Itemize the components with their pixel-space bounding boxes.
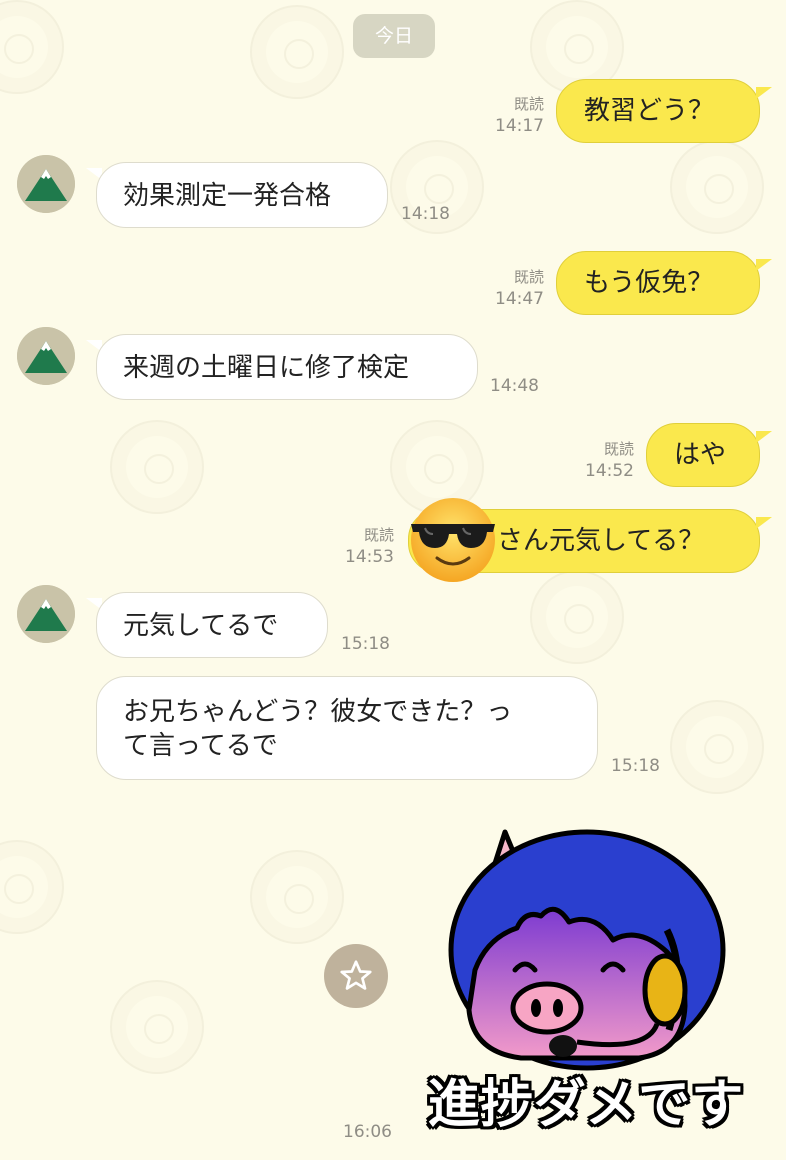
bubble-tail [756,431,772,443]
message-text-line: て言ってるで [123,731,278,761]
message-meta: 既読 14:17 [495,94,544,138]
read-receipt: 既読 [513,268,544,286]
message-text: 来週の土曜日に修了検定 [123,353,410,383]
incoming-message-bubble[interactable]: 効果測定一発合格 [96,162,388,228]
message-time: 16:06 [343,1122,392,1142]
message-text: もう仮免？ [584,268,714,298]
bubble-tail [756,87,772,99]
date-separator: 今日 [353,14,435,58]
message-text: 元気してるで [123,611,279,641]
message-meta: 15:18 [611,754,660,778]
star-icon [340,960,372,990]
background-pattern [0,840,64,934]
mountain-avatar-icon [17,155,75,213]
bubble-tail [756,259,772,271]
background-pattern [670,700,764,794]
message-time: 14:52 [585,461,634,481]
incoming-message-bubble[interactable]: 元気してるで [96,592,328,658]
message-text: 効果測定一発合格 [123,181,332,211]
read-receipt: 既読 [513,95,544,113]
message-meta: 14:48 [490,374,539,398]
favorite-sticker-button[interactable] [324,944,388,1008]
incoming-message-bubble[interactable]: 来週の土曜日に修了検定 [96,334,478,400]
outgoing-message-bubble[interactable]: もう仮免？ [556,251,760,315]
background-pattern [670,140,764,234]
sunglasses-emoji-icon [411,498,495,582]
mountain-avatar-icon [17,327,75,385]
outgoing-message-bubble[interactable]: はや [646,423,760,487]
message-meta: 既読 14:53 [345,525,394,569]
bubble-tail [756,517,772,529]
contact-avatar[interactable] [17,155,75,213]
read-receipt: 既読 [603,440,634,458]
background-pattern [530,570,624,664]
message-text: さん元気してる？ [497,526,705,556]
message-text-line: お兄ちゃんどう？彼女できた？っ [123,697,513,727]
message-time: 14:18 [401,204,450,224]
sticker-caption: 進捗ダメです [427,1075,745,1135]
incoming-message-bubble[interactable]: お兄ちゃんどう？彼女できた？っ て言ってるで [96,676,598,780]
mountain-avatar-icon [17,585,75,643]
message-time: 14:53 [345,547,394,567]
message-meta: 15:18 [341,632,390,656]
background-pattern [0,0,64,94]
background-pattern [110,980,204,1074]
contact-avatar[interactable] [17,585,75,643]
message-text: はや [674,440,727,470]
message-text: 教習どう？ [584,96,715,126]
message-time: 15:18 [341,634,390,654]
background-pattern [250,5,344,99]
message-meta: 既読 14:52 [585,439,634,483]
read-receipt: 既読 [363,526,394,544]
outgoing-message-bubble[interactable]: 教習どう？ [556,79,760,143]
message-meta: 既読 14:47 [495,267,544,311]
message-time: 15:18 [611,756,660,776]
background-pattern [110,420,204,514]
message-time: 14:17 [495,116,544,136]
message-time: 14:47 [495,289,544,309]
message-meta: 16:06 [343,1120,392,1144]
background-pattern [250,850,344,944]
message-meta: 14:18 [401,202,450,226]
message-time: 14:48 [490,376,539,396]
contact-avatar[interactable] [17,327,75,385]
